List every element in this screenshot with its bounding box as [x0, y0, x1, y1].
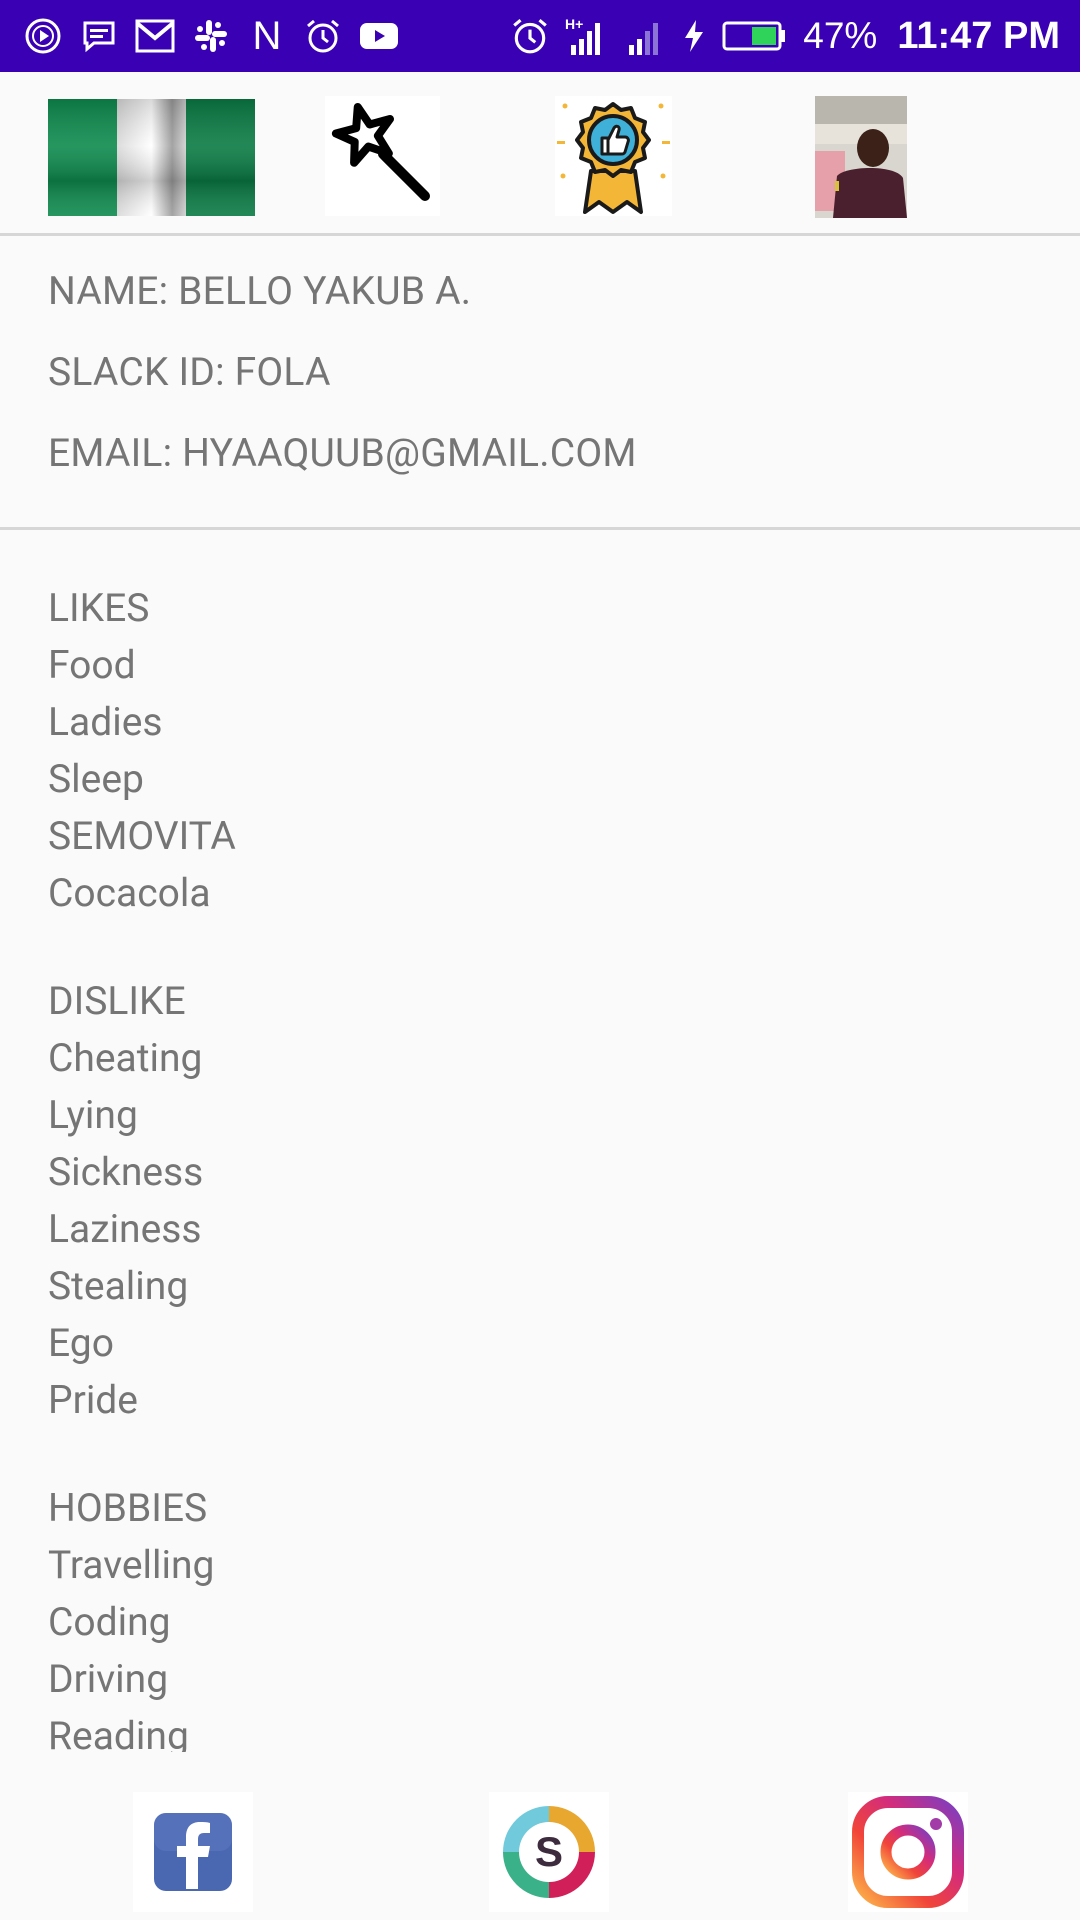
list-item: Lying: [48, 1092, 138, 1138]
slack-icon: [190, 15, 232, 57]
list-item: SEMOVITA: [48, 813, 236, 859]
charging-icon: [681, 15, 707, 57]
list-item: Ladies: [48, 699, 163, 745]
list-item: Sickness: [48, 1149, 204, 1195]
alarm-icon: [302, 15, 344, 57]
list-item: Sleep: [48, 756, 144, 802]
divider: [0, 233, 1080, 236]
likes-title: LIKES: [48, 585, 150, 631]
n-icon: N: [252, 13, 282, 58]
hobbies-section: HOBBIES Travelling Coding Driving Readin…: [48, 1480, 1028, 1765]
list-item: Driving: [48, 1656, 169, 1702]
dislikes-section: DISLIKE Cheating Lying Sickness Laziness…: [48, 973, 1028, 1429]
svg-text:S: S: [535, 1828, 563, 1875]
profile-email: EMAIL: HYAAQUUB@GMAIL.COM: [48, 430, 637, 476]
list-item: Food: [48, 642, 136, 688]
likes-section: LIKES Food Ladies Sleep SEMOVITA Cocacol…: [48, 580, 1028, 922]
list-item: Cocacola: [48, 870, 211, 916]
clock: 11:47 PM: [897, 14, 1060, 57]
list-item: Pride: [48, 1377, 138, 1423]
list-item: Laziness: [48, 1206, 202, 1252]
profile-slack-id: SLACK ID: FOLA: [48, 349, 331, 395]
alarm-icon: [509, 15, 551, 57]
slack-icon[interactable]: S: [489, 1792, 609, 1912]
status-right-icons: H+ 47% 11:47 PM: [509, 12, 1060, 60]
battery-percent: 47%: [803, 15, 878, 56]
status-left-icons: N: [22, 12, 400, 60]
signal-icon: H+: [565, 15, 613, 57]
social-bar: S: [0, 1752, 1080, 1920]
battery-icon: [721, 15, 789, 57]
top-icon-row: [0, 72, 1080, 234]
list-item: Cheating: [48, 1035, 203, 1081]
message-icon: [78, 15, 120, 57]
signal-icon: [627, 15, 667, 57]
dislikes-title: DISLIKE: [48, 978, 186, 1024]
award-badge-icon[interactable]: [555, 96, 672, 216]
hobbies-title: HOBBIES: [48, 1485, 208, 1531]
divider: [0, 527, 1080, 530]
status-bar: N H+ 47% 11:47 PM: [0, 0, 1080, 72]
list-item: Ego: [48, 1320, 114, 1366]
profile-lists: LIKES Food Ladies Sleep SEMOVITA Cocacol…: [48, 580, 1028, 1765]
gmail-icon: [134, 15, 176, 57]
profile-name: NAME: BELLO YAKUB A.: [48, 268, 472, 314]
list-item: Stealing: [48, 1263, 189, 1309]
facebook-icon[interactable]: [133, 1792, 253, 1912]
list-item: Travelling: [48, 1542, 215, 1588]
nigeria-flag-icon[interactable]: [48, 99, 255, 216]
list-item: Coding: [48, 1599, 171, 1645]
youtube-icon: [358, 15, 400, 57]
play-icon: [22, 15, 64, 57]
magic-wand-icon[interactable]: [325, 96, 440, 216]
instagram-icon[interactable]: [848, 1792, 968, 1912]
profile-photo[interactable]: [815, 96, 907, 218]
svg-text:H+: H+: [565, 16, 583, 32]
